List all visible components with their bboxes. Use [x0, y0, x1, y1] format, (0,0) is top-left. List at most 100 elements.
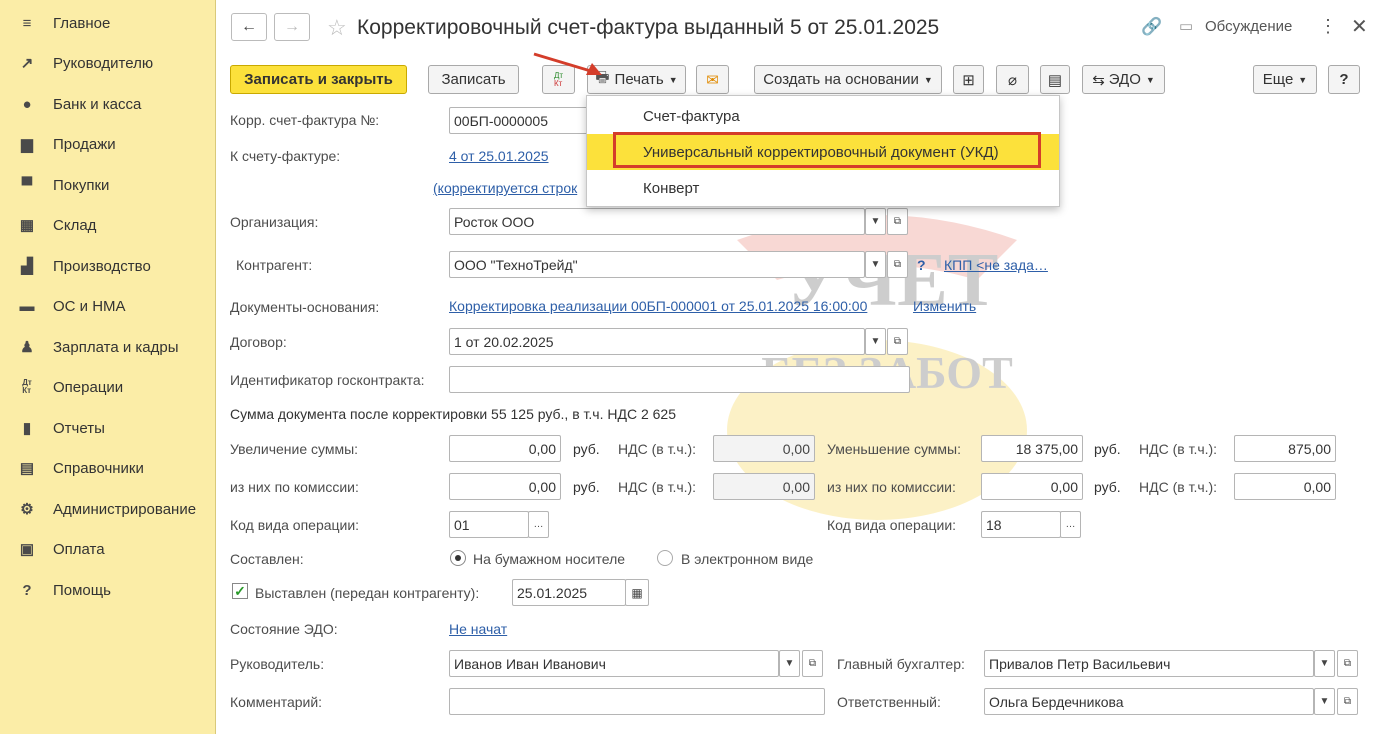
red-arrow-annotation: [533, 52, 602, 75]
sidebar-item-operations[interactable]: Дт Кт Операции: [0, 368, 216, 406]
sidebar-item-label: Зарплата и кадры: [53, 338, 179, 356]
select-button[interactable]: …: [528, 511, 549, 538]
sidebar-item-label: Продажи: [53, 135, 116, 153]
factory-icon: ▟: [21, 258, 33, 275]
dropdown-button[interactable]: ▼: [1314, 688, 1335, 715]
sidebar-item-label: Отчеты: [53, 419, 105, 437]
sidebar-item-reports[interactable]: ▮ Отчеты: [0, 409, 216, 447]
kpp-link[interactable]: КПП <не зада…: [944, 257, 1048, 273]
sidebar-item-bank[interactable]: ● Банк и касса: [0, 85, 216, 123]
decrease-vat-field[interactable]: 875,00: [1234, 435, 1336, 462]
issued-date-field[interactable]: 25.01.2025: [512, 579, 626, 606]
forward-button[interactable]: →: [274, 13, 310, 41]
comment-label: Комментарий:: [230, 694, 323, 710]
sidebar-item-warehouse[interactable]: ▦ Склад: [0, 206, 216, 244]
discussion-icon[interactable]: ▭: [1179, 17, 1193, 35]
back-button[interactable]: ←: [231, 13, 267, 41]
sidebar-item-salary[interactable]: ♟ Зарплата и кадры: [0, 328, 216, 366]
radio-paper[interactable]: [450, 550, 466, 566]
sidebar-item-production[interactable]: ▟ Производство: [0, 247, 216, 285]
create-based-button[interactable]: Создать на основании ▼: [754, 65, 942, 94]
sidebar-item-catalogs[interactable]: ▤ Справочники: [0, 449, 216, 487]
menu-icon: ≡: [22, 14, 32, 32]
director-field[interactable]: Иванов Иван Иванович: [449, 650, 779, 677]
dropdown-button[interactable]: ▼: [1314, 650, 1335, 677]
commission-label: из них по комиссии:: [230, 479, 359, 495]
save-button[interactable]: Записать: [428, 65, 519, 94]
change-link[interactable]: Изменить: [913, 298, 976, 314]
dropdown-button[interactable]: ▼: [865, 251, 886, 278]
edo-button[interactable]: ⇆ ЭДО ▼: [1082, 65, 1165, 94]
email-button[interactable]: ✉: [696, 65, 729, 94]
corr-number-field[interactable]: 00БП-0000005: [449, 107, 609, 134]
star-icon[interactable]: ☆: [327, 15, 347, 41]
attach-button[interactable]: ⌀: [996, 65, 1029, 94]
commission-decrease-vat-field[interactable]: 0,00: [1234, 473, 1336, 500]
corrected-lines-link[interactable]: (корректируется строк: [433, 180, 577, 196]
radio-electronic[interactable]: [657, 550, 673, 566]
chevron-down-icon: ▼: [923, 74, 933, 85]
link-icon[interactable]: 🔗: [1141, 17, 1162, 37]
docs-basis-link[interactable]: Корректировка реализации 00БП-000001 от …: [449, 298, 867, 314]
dropdown-button[interactable]: ▼: [865, 328, 886, 355]
commission-decrease-field[interactable]: 0,00: [981, 473, 1083, 500]
commission-increase-field[interactable]: 0,00: [449, 473, 561, 500]
gear-icon: ⚙: [20, 501, 34, 518]
sidebar-item-sales[interactable]: ▆ Продажи: [0, 125, 216, 163]
calendar-button[interactable]: ▦: [625, 579, 649, 606]
select-button[interactable]: …: [1060, 511, 1081, 538]
to-invoice-link[interactable]: 4 от 25.01.2025: [449, 148, 549, 164]
kpp-help-icon[interactable]: ?: [917, 257, 926, 273]
page-title: Корректировочный счет-фактура выданный 5…: [357, 16, 940, 39]
op-code-label: Код вида операции:: [230, 517, 360, 533]
close-icon[interactable]: ✕: [1351, 14, 1368, 39]
sidebar-item-admin[interactable]: ⚙ Администрирование: [0, 490, 216, 528]
op-code-field[interactable]: 18: [981, 511, 1061, 538]
edo-state-link[interactable]: Не начат: [449, 621, 507, 637]
sidebar-item-help[interactable]: ? Помощь: [0, 571, 216, 609]
more-button[interactable]: Еще ▼: [1253, 65, 1317, 94]
decrease-field[interactable]: 18 375,00: [981, 435, 1083, 462]
comment-field[interactable]: [449, 688, 825, 715]
rub-label: руб.: [1094, 479, 1121, 495]
gos-contract-field[interactable]: [449, 366, 910, 393]
open-button[interactable]: ⧉: [802, 650, 823, 677]
issued-checkbox[interactable]: ✓: [232, 583, 248, 599]
chief-accountant-field[interactable]: Привалов Петр Васильевич: [984, 650, 1314, 677]
help-button[interactable]: ?: [1328, 65, 1360, 94]
sidebar-item-director[interactable]: ↗ Руководителю: [0, 44, 216, 82]
sidebar-item-payment[interactable]: ▣ Оплата: [0, 530, 216, 568]
open-button[interactable]: ⧉: [1337, 650, 1358, 677]
open-button[interactable]: ⧉: [887, 251, 908, 278]
book-icon: ▤: [19, 460, 35, 477]
op-code-field[interactable]: 01: [449, 511, 529, 538]
open-button[interactable]: ⧉: [887, 328, 908, 355]
report-button[interactable]: ▤: [1040, 65, 1070, 94]
contragent-field[interactable]: ООО "ТехноТрейд": [449, 251, 865, 278]
composed-label: Составлен:: [230, 551, 304, 567]
menu-item-envelope[interactable]: Конверт: [587, 170, 1059, 206]
increase-field[interactable]: 0,00: [449, 435, 561, 462]
open-icon: ⧉: [1343, 696, 1352, 707]
chevron-down-icon: ▼: [784, 658, 795, 669]
vat-label: НДС (в т.ч.):: [1139, 479, 1218, 495]
discussion-button[interactable]: Обсуждение: [1205, 18, 1292, 35]
sidebar-item-label: ОС и НМА: [53, 297, 126, 315]
structure-button[interactable]: ⊞: [953, 65, 984, 94]
more-vert-icon[interactable]: ⋮: [1319, 16, 1337, 37]
open-button[interactable]: ⧉: [887, 208, 908, 235]
sidebar-item-label: Банк и касса: [53, 95, 142, 113]
contract-field[interactable]: 1 от 20.02.2025: [449, 328, 865, 355]
responsible-field[interactable]: Ольга Бердечникова: [984, 688, 1314, 715]
organization-field[interactable]: Росток ООО: [449, 208, 865, 235]
menu-item-invoice[interactable]: Счет-фактура: [587, 98, 1059, 134]
increase-vat-field: 0,00: [713, 435, 815, 462]
dropdown-button[interactable]: ▼: [865, 208, 886, 235]
open-button[interactable]: ⧉: [1337, 688, 1358, 715]
sidebar-item-purchases[interactable]: ▀ Покупки: [0, 166, 216, 204]
dropdown-button[interactable]: ▼: [779, 650, 800, 677]
save-close-button[interactable]: Записать и закрыть: [230, 65, 407, 94]
sidebar-item-main[interactable]: ≡ Главное: [0, 4, 216, 42]
decrease-label: Уменьшение суммы:: [827, 441, 961, 457]
sidebar-item-assets[interactable]: ▬ ОС и НМА: [0, 287, 216, 325]
